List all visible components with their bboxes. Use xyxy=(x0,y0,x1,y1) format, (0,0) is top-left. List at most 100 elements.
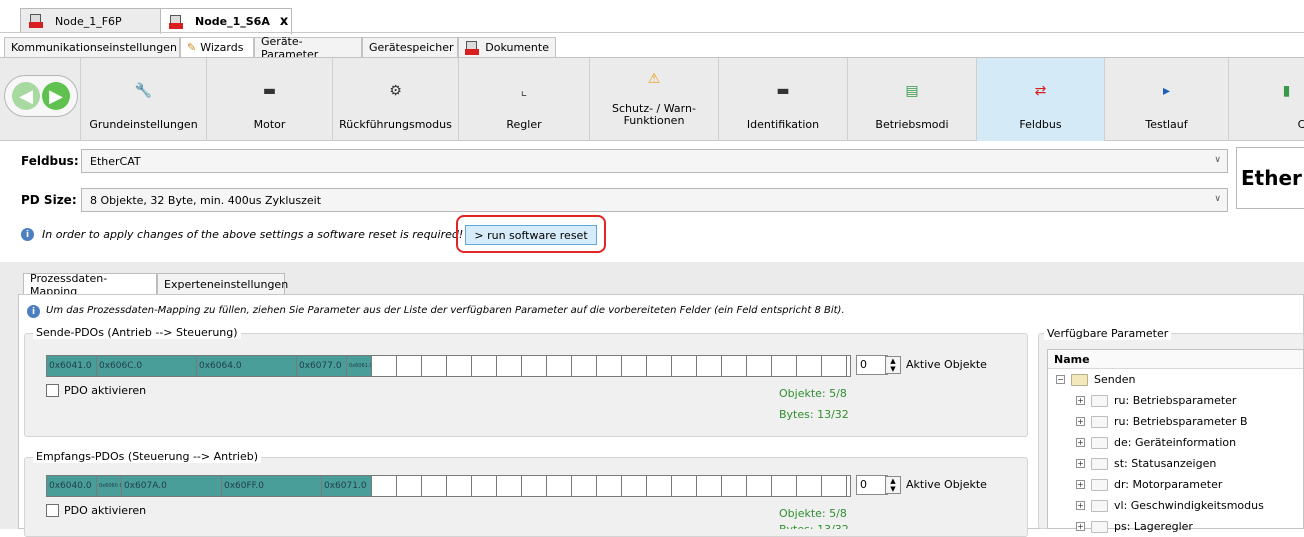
pdo-empty-slot[interactable] xyxy=(447,356,472,376)
pdo-empty-slot[interactable] xyxy=(472,476,497,496)
pdo-empty-slot[interactable] xyxy=(497,356,522,376)
expand-icon[interactable]: + xyxy=(1076,501,1085,510)
pdo-empty-slot[interactable] xyxy=(772,356,797,376)
wizard-step-schutz-warn-funktionen[interactable]: ⚠ Schutz- / Warn- Funktionen xyxy=(590,58,719,141)
wizard-step-motor[interactable]: ▬ Motor xyxy=(207,58,333,141)
pdo-empty-slot[interactable] xyxy=(747,356,772,376)
wizard-step-regler[interactable]: ⌞ Regler xyxy=(459,58,590,141)
wizard-step-grundeinstellungen[interactable]: 🔧 Grundeinstellungen xyxy=(81,58,207,141)
collapse-icon[interactable]: − xyxy=(1056,375,1065,384)
pdo-empty-slot[interactable] xyxy=(522,356,547,376)
pdo-empty-slot[interactable] xyxy=(622,476,647,496)
back-arrow-icon[interactable]: ◀ xyxy=(12,82,40,110)
pdo-mapped-object[interactable]: 0x607A.0 xyxy=(122,476,222,496)
pdo-mapped-object[interactable]: 0x6040.0 xyxy=(47,476,97,496)
tab-experteneinstellungen[interactable]: Experteneinstellungen xyxy=(157,273,288,295)
expand-icon[interactable]: + xyxy=(1076,417,1085,426)
expand-icon[interactable]: + xyxy=(1076,438,1085,447)
tab-dokumente[interactable]: Dokumente xyxy=(458,37,556,58)
wizard-step-feldbus[interactable]: ⇄ Feldbus xyxy=(977,58,1105,141)
pdo-empty-slot[interactable] xyxy=(547,356,572,376)
pdo-mapped-object[interactable]: 0x606C.0 xyxy=(97,356,197,376)
pdo-empty-slot[interactable] xyxy=(597,476,622,496)
run-software-reset-button[interactable]: > run software reset xyxy=(465,225,597,245)
doc-tab-node-1-s6a[interactable]: Node_1_S6A x xyxy=(160,8,292,34)
wizard-step-testlauf[interactable]: ▸ Testlauf xyxy=(1105,58,1229,141)
pdo-empty-slot[interactable] xyxy=(797,476,822,496)
tab-kommunikationseinstellungen[interactable]: Kommunikationseinstellungen xyxy=(4,37,180,58)
tab-prozessdaten-mapping[interactable]: Prozessdaten-Mapping xyxy=(23,272,157,298)
pdo-mapped-object[interactable]: 0x6071.0 xyxy=(322,476,372,496)
pd-size-select[interactable]: 8 Objekte, 32 Byte, min. 400us Zykluszei… xyxy=(81,188,1228,212)
pdo-empty-slot[interactable] xyxy=(722,476,747,496)
wizard-step-betriebsmodi[interactable]: ▤ Betriebsmodi xyxy=(848,58,977,141)
pdo-empty-slot[interactable] xyxy=(722,356,747,376)
pdo-empty-slot[interactable] xyxy=(572,356,597,376)
recv-pdo-activate-checkbox[interactable] xyxy=(46,504,59,517)
pdo-empty-slot[interactable] xyxy=(597,356,622,376)
pdo-empty-slot[interactable] xyxy=(647,476,672,496)
pdo-empty-slot[interactable] xyxy=(647,356,672,376)
pdo-empty-slot[interactable] xyxy=(397,356,422,376)
wizard-step-label: Motor xyxy=(253,118,286,131)
tree-node-label: Senden xyxy=(1094,373,1136,386)
recv-active-objects-stepper[interactable]: ▲ ▼ xyxy=(885,476,901,494)
tree-node-parameter-group[interactable]: + ps: Lageregler xyxy=(1048,516,1303,537)
pdo-empty-slot[interactable] xyxy=(422,476,447,496)
pdo-empty-slot[interactable] xyxy=(547,476,572,496)
info-icon: i xyxy=(21,228,34,241)
tab-wizards[interactable]: ✎ Wizards xyxy=(180,37,254,58)
wizard-step-rueckfuehrungsmodus[interactable]: ⚙ Rückführungsmodus xyxy=(333,58,459,141)
pdo-empty-slot[interactable] xyxy=(797,356,822,376)
expand-icon[interactable]: + xyxy=(1076,459,1085,468)
expand-icon[interactable]: + xyxy=(1076,396,1085,405)
tree-node-parameter-group[interactable]: + dr: Motorparameter xyxy=(1048,474,1303,495)
tree-node-parameter-group[interactable]: + de: Geräteinformation xyxy=(1048,432,1303,453)
pdo-empty-slot[interactable] xyxy=(672,356,697,376)
send-active-objects-input[interactable]: 0 xyxy=(856,355,888,375)
pdo-empty-slot[interactable] xyxy=(372,356,397,376)
pdo-empty-slot[interactable] xyxy=(822,356,847,376)
close-icon[interactable]: x xyxy=(280,14,288,29)
wizard-step-label: Grundeinstellungen xyxy=(89,118,198,131)
doc-tab-node-1-f6p[interactable]: Node_1_F6P xyxy=(20,8,162,33)
wizard-step-identifikation[interactable]: ▬ Identifikation xyxy=(719,58,848,141)
pdo-empty-slot[interactable] xyxy=(697,356,722,376)
pdo-empty-slot[interactable] xyxy=(572,476,597,496)
forward-arrow-icon[interactable]: ▶ xyxy=(42,82,70,110)
pdo-empty-slot[interactable] xyxy=(697,476,722,496)
pdo-empty-slot[interactable] xyxy=(447,476,472,496)
pdo-empty-slot[interactable] xyxy=(822,476,847,496)
expand-icon[interactable]: + xyxy=(1076,522,1085,531)
pdo-mapped-object[interactable]: 0x6041.0 xyxy=(47,356,97,376)
pdo-empty-slot[interactable] xyxy=(397,476,422,496)
pdo-empty-slot[interactable] xyxy=(747,476,772,496)
tree-node-parameter-group[interactable]: + ru: Betriebsparameter xyxy=(1048,390,1303,411)
pdo-empty-slot[interactable] xyxy=(622,356,647,376)
tree-node-parameter-group[interactable]: + ru: Betriebsparameter B xyxy=(1048,411,1303,432)
pdo-empty-slot[interactable] xyxy=(422,356,447,376)
wizard-step-cog[interactable]: ▮ Cog xyxy=(1229,58,1304,141)
pdo-mapped-object[interactable]: 0x60FF.0 xyxy=(222,476,322,496)
pdo-empty-slot[interactable] xyxy=(522,476,547,496)
pdo-empty-slot[interactable] xyxy=(497,476,522,496)
pdo-mapped-object[interactable]: 0x6077.0 xyxy=(297,356,347,376)
send-active-objects-stepper[interactable]: ▲ ▼ xyxy=(885,356,901,374)
pdo-empty-slot[interactable] xyxy=(772,476,797,496)
pdo-mapped-object[interactable]: 0x6061.0 xyxy=(347,356,372,376)
tab-geraetespeicher[interactable]: Gerätespeicher xyxy=(362,37,458,58)
fieldbus-select[interactable]: EtherCAT ∨ xyxy=(81,149,1228,173)
tab-geraete-parameter[interactable]: Geräte-Parameter xyxy=(254,35,362,61)
recv-active-objects-input[interactable]: 0 xyxy=(856,475,888,495)
pdo-mapped-object[interactable]: 0x6060.0 xyxy=(97,476,122,496)
send-pdo-activate-checkbox[interactable] xyxy=(46,384,59,397)
pdo-empty-slot[interactable] xyxy=(672,476,697,496)
tree-node-parameter-group[interactable]: + st: Statusanzeigen xyxy=(1048,453,1303,474)
pdo-empty-slot[interactable] xyxy=(472,356,497,376)
tree-node-parameter-group[interactable]: + vl: Geschwindigkeitsmodus xyxy=(1048,495,1303,516)
pdo-empty-slot[interactable] xyxy=(372,476,397,496)
tree-node-senden[interactable]: − Senden xyxy=(1048,369,1303,390)
tab-label: Gerätespeicher xyxy=(369,41,454,54)
expand-icon[interactable]: + xyxy=(1076,480,1085,489)
pdo-mapped-object[interactable]: 0x6064.0 xyxy=(197,356,297,376)
